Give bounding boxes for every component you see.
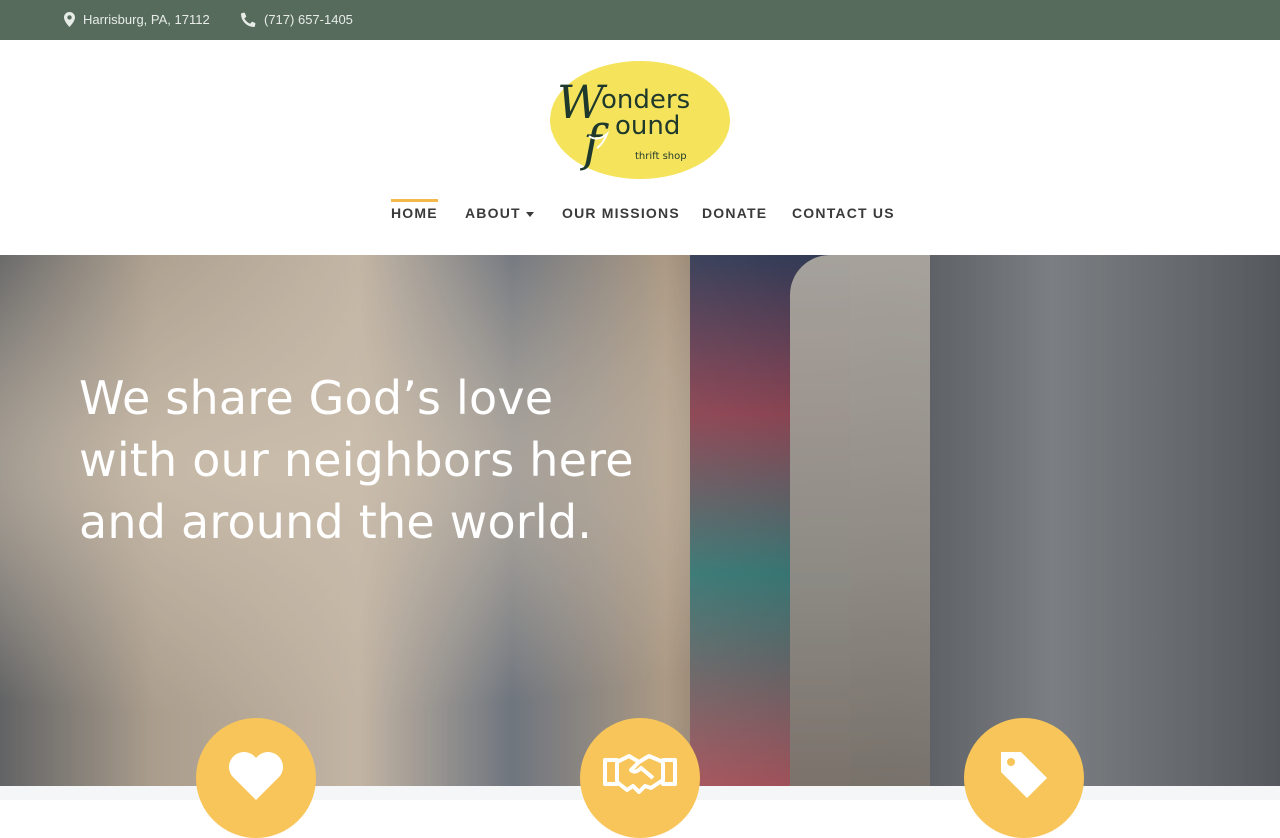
- main-navigation: HOME ABOUT OUR MISSIONS DONATE CONTACT U…: [0, 188, 1280, 228]
- site-logo[interactable]: W onders f ound thrift shop: [549, 60, 731, 182]
- nav-our-missions[interactable]: OUR MISSIONS: [562, 205, 680, 221]
- hero-headline: We share God’s love with our neighbors h…: [79, 367, 679, 553]
- feature-circle-handshake: [580, 718, 700, 838]
- handshake-icon: [603, 754, 677, 794]
- phone-item[interactable]: (717) 657-1405: [241, 12, 353, 27]
- feature-circle-tag: [964, 718, 1084, 838]
- location-item: Harrisburg, PA, 17112: [64, 12, 210, 27]
- heart-icon: [229, 752, 283, 800]
- nav-home[interactable]: HOME: [391, 199, 438, 221]
- hero-line-2: with our neighbors here: [79, 433, 634, 487]
- map-pin-icon: [64, 12, 75, 27]
- svg-text:thrift shop: thrift shop: [635, 151, 687, 162]
- location-text: Harrisburg, PA, 17112: [83, 12, 210, 27]
- nav-about[interactable]: ABOUT: [465, 205, 534, 221]
- hero-banner: We share God’s love with our neighbors h…: [0, 255, 1280, 786]
- svg-text:ound: ound: [615, 111, 680, 141]
- phone-icon: [241, 12, 256, 27]
- caret-down-icon: [525, 211, 534, 217]
- phone-text[interactable]: (717) 657-1405: [264, 12, 353, 27]
- nav-donate[interactable]: DONATE: [702, 205, 767, 221]
- logo-graphic: W onders f ound thrift shop: [550, 61, 730, 179]
- hero-line-1: We share God’s love: [79, 371, 554, 425]
- hero-line-3: and around the world.: [79, 495, 593, 549]
- top-contact-bar: Harrisburg, PA, 17112 (717) 657-1405: [0, 0, 1280, 40]
- site-header: W onders f ound thrift shop HOME ABOUT O…: [0, 40, 1280, 255]
- nav-contact-us[interactable]: CONTACT US: [792, 205, 895, 221]
- feature-circle-heart: [196, 718, 316, 838]
- nav-about-label: ABOUT: [465, 205, 521, 221]
- tag-icon: [1001, 752, 1047, 798]
